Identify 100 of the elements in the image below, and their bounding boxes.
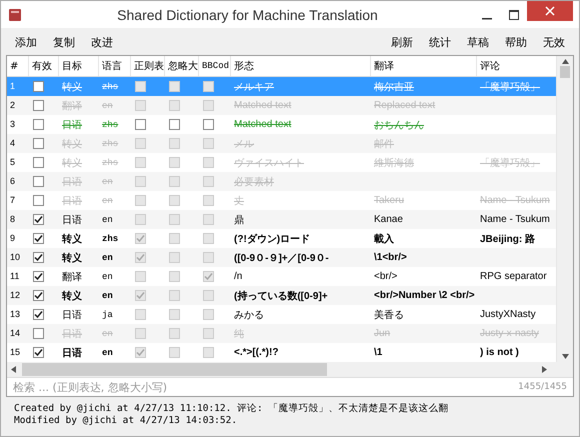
checkbox[interactable] bbox=[135, 214, 146, 225]
checkbox[interactable] bbox=[135, 252, 146, 263]
column-header[interactable]: 忽略大 bbox=[165, 56, 199, 76]
search-field[interactable]: 检索 ... (正则表达, 忽略大小写) bbox=[13, 380, 518, 394]
checkbox[interactable] bbox=[203, 271, 214, 282]
checkbox[interactable] bbox=[135, 119, 146, 130]
checkbox[interactable] bbox=[33, 271, 44, 282]
scrollbar-thumb[interactable] bbox=[22, 363, 327, 376]
checkbox[interactable] bbox=[203, 347, 214, 358]
table-row[interactable]: 12 转义 en (持っている数([0-9]+ <br/>Number \2 <br/> bbox=[7, 286, 556, 305]
checkbox[interactable] bbox=[203, 252, 214, 263]
checkbox[interactable] bbox=[135, 290, 146, 301]
toolbar-button[interactable]: 复制 bbox=[45, 32, 83, 52]
column-header[interactable]: 正则表 bbox=[131, 56, 165, 76]
checkbox[interactable] bbox=[33, 233, 44, 244]
table-cell: 日语 bbox=[62, 196, 82, 206]
checkbox[interactable] bbox=[33, 309, 44, 320]
table-cell: en bbox=[102, 348, 113, 358]
checkbox[interactable] bbox=[203, 119, 214, 130]
column-header[interactable]: # bbox=[7, 56, 29, 76]
toolbar-button[interactable]: 添加 bbox=[7, 32, 45, 52]
checkbox[interactable] bbox=[169, 252, 180, 263]
column-header[interactable]: 有效 bbox=[29, 56, 59, 76]
checkbox[interactable] bbox=[169, 347, 180, 358]
row-number: 1 bbox=[10, 81, 16, 91]
checkbox[interactable] bbox=[33, 119, 44, 130]
table-cell: ja bbox=[102, 310, 113, 320]
checkbox[interactable] bbox=[135, 233, 146, 244]
checkbox[interactable] bbox=[169, 233, 180, 244]
table-cell: en bbox=[102, 272, 113, 282]
checkbox[interactable] bbox=[169, 214, 180, 225]
row-number: 14 bbox=[10, 328, 20, 338]
table-cell: 转义 bbox=[62, 158, 82, 168]
table-cell: 載入 bbox=[374, 234, 394, 244]
table-cell: ヴァイスハイト bbox=[234, 158, 304, 168]
row-number: 10 bbox=[10, 252, 20, 262]
checkbox[interactable] bbox=[33, 347, 44, 358]
checkbox[interactable] bbox=[169, 290, 180, 301]
table-cell: 維斯海德 bbox=[374, 158, 414, 168]
checkbox[interactable] bbox=[33, 214, 44, 225]
row-number: 6 bbox=[10, 176, 16, 186]
toolbar-button[interactable]: 刷新 bbox=[383, 32, 421, 52]
checkbox[interactable] bbox=[203, 214, 214, 225]
column-header[interactable]: BBCod bbox=[199, 56, 231, 76]
checkbox[interactable] bbox=[169, 271, 180, 282]
toolbar-button[interactable]: 改进 bbox=[83, 32, 121, 52]
column-header[interactable]: 目标 bbox=[59, 56, 99, 76]
table-row[interactable]: 11 翻译 en /n <br/> RPG separator bbox=[7, 267, 556, 286]
scroll-down-icon[interactable] bbox=[562, 354, 568, 359]
table-row[interactable]: 9 转义 zhs (?!ダウン)ロード 載入 JBeijing: 路 bbox=[7, 229, 556, 248]
table-row[interactable]: 15 日语 en <.*>[(.*)!? \1 ) is not ) bbox=[7, 343, 556, 362]
table-cell: <br/>Number \2 <br/> bbox=[374, 290, 475, 301]
table-cell: 日语 bbox=[62, 348, 82, 358]
checkbox[interactable] bbox=[33, 290, 44, 301]
toolbar-button[interactable]: 帮助 bbox=[497, 32, 535, 52]
table-cell: Jun bbox=[374, 328, 390, 339]
close-icon bbox=[545, 6, 555, 16]
table-cell: en bbox=[102, 329, 113, 339]
table-row[interactable]: 13 日语 ja みかる 美香る JustyXNasty bbox=[7, 305, 556, 324]
scrollbar-thumb[interactable] bbox=[560, 66, 570, 78]
table-row[interactable]: 8 日语 en 鼎 Kanae Name - Tsukum bbox=[7, 210, 556, 229]
table-row[interactable]: 3 日语 zhs Matched text おちんちん bbox=[7, 115, 556, 134]
table-cell: 梅尔吉亚 bbox=[374, 82, 414, 92]
table-cell: zhs bbox=[102, 234, 118, 244]
toolbar-button[interactable]: 草稿 bbox=[459, 32, 497, 52]
table-cell: en bbox=[102, 215, 113, 225]
row-number: 8 bbox=[10, 214, 16, 224]
table-cell: en bbox=[102, 291, 113, 301]
toolbar-button[interactable]: 无效 bbox=[535, 32, 573, 52]
scroll-up-icon[interactable] bbox=[562, 59, 568, 64]
table-cell: みかる bbox=[234, 310, 264, 320]
column-header[interactable]: 翻译 bbox=[371, 56, 477, 76]
toolbar-button[interactable]: 统计 bbox=[421, 32, 459, 52]
row-number: 2 bbox=[10, 100, 16, 110]
scroll-left-icon[interactable] bbox=[11, 366, 16, 373]
checkbox[interactable] bbox=[135, 309, 146, 320]
table-cell: zhs bbox=[102, 82, 118, 92]
checkbox[interactable] bbox=[169, 309, 180, 320]
checkbox[interactable] bbox=[33, 252, 44, 263]
column-header[interactable]: 语言 bbox=[99, 56, 131, 76]
checkbox[interactable] bbox=[203, 290, 214, 301]
close-button[interactable] bbox=[527, 1, 573, 21]
table-cell: 转义 bbox=[62, 82, 82, 92]
checkbox[interactable] bbox=[203, 233, 214, 244]
checkbox[interactable] bbox=[135, 271, 146, 282]
row-number: 4 bbox=[10, 138, 16, 148]
table-cell: \1 bbox=[374, 347, 382, 358]
scroll-right-icon[interactable] bbox=[542, 366, 547, 373]
status-text: Created by @jichi at 4/27/13 11:10:12. 评论: 「魔導巧殻」、不太清楚是不是该这么翻 bbox=[14, 403, 450, 415]
table-cell: en bbox=[102, 196, 113, 206]
minimize-icon bbox=[482, 18, 492, 20]
column-header[interactable]: 形态 bbox=[231, 56, 371, 76]
table-cell: Kanae bbox=[374, 214, 403, 225]
table-cell: メルキア bbox=[234, 82, 274, 92]
checkbox[interactable] bbox=[203, 309, 214, 320]
checkbox[interactable] bbox=[135, 347, 146, 358]
table-row[interactable]: 10 转义 en ([0-9０-９]+／[0-9０- \1<br/> bbox=[7, 248, 556, 267]
checkbox[interactable] bbox=[169, 119, 180, 130]
row-number: 12 bbox=[10, 290, 20, 300]
table-cell: zhs bbox=[102, 158, 118, 168]
